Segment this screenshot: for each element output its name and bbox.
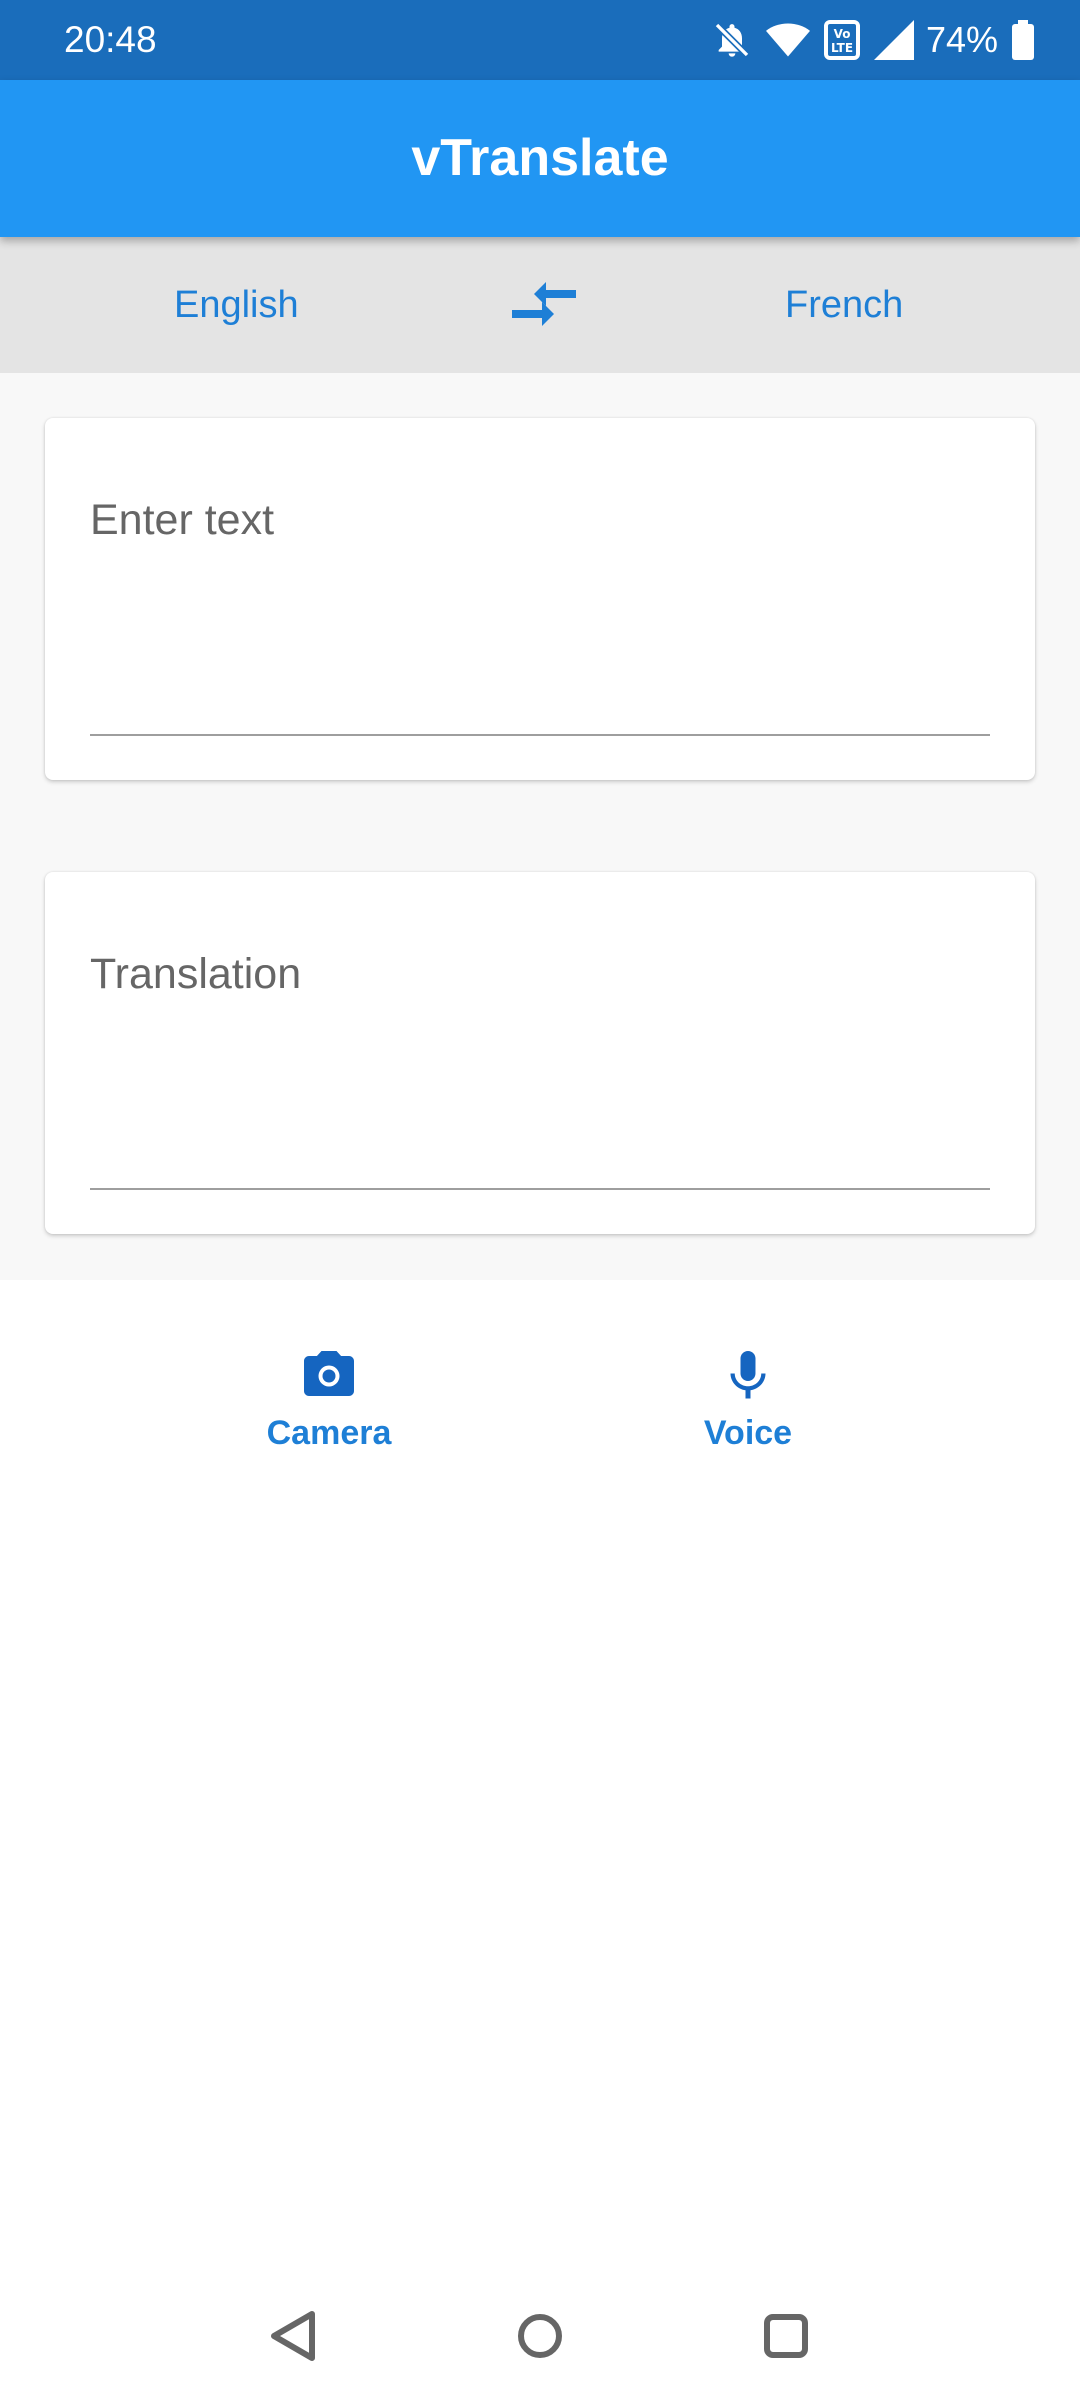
wifi-icon	[765, 23, 810, 57]
translation-label: Translation	[90, 950, 302, 998]
voice-label: Voice	[703, 1414, 793, 1452]
svg-text:Vo: Vo	[834, 27, 851, 41]
recents-icon[interactable]	[756, 2306, 816, 2366]
back-icon[interactable]	[264, 2306, 324, 2366]
translation-card: Translation	[45, 872, 1035, 1234]
app-bar: vTranslate	[0, 80, 1080, 237]
microphone-icon	[730, 1351, 766, 1399]
voice-button[interactable]: Voice	[648, 1345, 848, 1465]
home-icon[interactable]	[510, 2306, 570, 2366]
target-language-button[interactable]: French	[785, 277, 903, 333]
input-underline	[90, 734, 990, 736]
swap-arrows-icon[interactable]	[512, 282, 576, 330]
camera-icon	[304, 1351, 354, 1396]
source-language-button[interactable]: English	[174, 277, 299, 333]
text-input[interactable]	[90, 490, 990, 550]
battery-percent: 74%	[925, 19, 998, 60]
volte-icon: Vo LTE	[823, 20, 860, 60]
app-title: vTranslate	[411, 129, 669, 187]
cell-signal-icon	[873, 20, 914, 60]
input-card	[45, 418, 1035, 780]
camera-button[interactable]: Camera	[229, 1345, 429, 1465]
status-bar: 20:48 Vo LTE 74%	[0, 0, 1080, 80]
status-time: 20:48	[64, 19, 157, 60]
camera-label: Camera	[266, 1414, 392, 1452]
battery-icon	[1012, 20, 1034, 60]
svg-text:LTE: LTE	[831, 41, 853, 55]
bell-muted-icon	[714, 22, 750, 58]
status-icons: Vo LTE 74%	[698, 16, 1034, 64]
translation-underline	[90, 1188, 990, 1190]
